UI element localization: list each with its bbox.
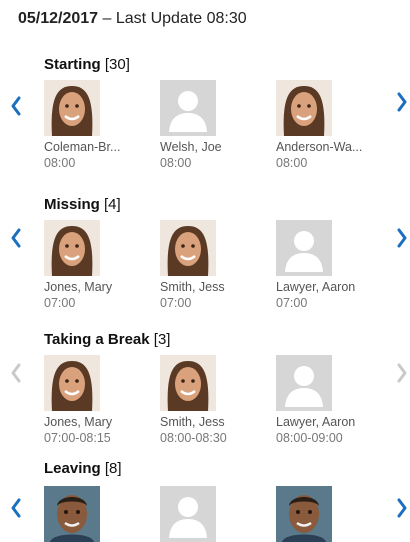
person-portrait-icon: [44, 355, 100, 411]
report-date: 05/12/2017: [18, 10, 99, 27]
section-missing: Missing [4] Jones, Mary 07:00 Smith, Jes…: [0, 196, 410, 326]
person-portrait-icon: [160, 355, 216, 411]
chevron-left-icon: [11, 498, 21, 518]
person-time: 08:00: [44, 156, 76, 170]
person-time: 08:00-09:00: [276, 431, 343, 445]
person-time: 08:00: [160, 156, 192, 170]
person-photo: [276, 355, 332, 411]
person-portrait-icon: [44, 486, 100, 542]
person-time: 07:00: [44, 296, 76, 310]
person-photo: [160, 486, 216, 542]
last-update: Last Update 08:30: [115, 10, 247, 27]
person-name: Coleman-Br...: [44, 140, 121, 154]
default-avatar-icon: [276, 220, 332, 276]
section-title: Missing [4]: [44, 196, 121, 213]
section-leaving: Leaving [8]: [0, 460, 410, 542]
header: 05/12/2017 – Last Update 08:30: [18, 10, 247, 28]
person-photo: [160, 220, 216, 276]
section-title: Taking a Break [3]: [44, 331, 170, 348]
section-title: Leaving [8]: [44, 460, 122, 477]
person-time: 07:00: [160, 296, 192, 310]
person-portrait-icon: [160, 220, 216, 276]
prev-arrow-button[interactable]: [6, 361, 26, 385]
default-avatar-icon: [160, 80, 216, 136]
person-name: Lawyer, Aaron: [276, 280, 356, 294]
person-name: Anderson-Wa...: [276, 140, 363, 154]
person-photo: [44, 80, 100, 136]
person-photo: [44, 220, 100, 276]
section-starting: Starting [30] Coleman-Br... 08:00 Welsh,…: [0, 56, 410, 186]
chevron-left-icon: [11, 96, 21, 116]
section-title: Starting [30]: [44, 56, 130, 73]
chevron-right-icon: [397, 228, 407, 248]
prev-arrow-button[interactable]: [6, 94, 26, 118]
person-time: 08:00: [276, 156, 308, 170]
person-name: Smith, Jess: [160, 415, 225, 429]
header-separator: –: [98, 10, 116, 27]
chevron-left-icon: [11, 363, 21, 383]
person-name: Lawyer, Aaron: [276, 415, 356, 429]
person-portrait-icon: [44, 80, 100, 136]
person-portrait-icon: [44, 220, 100, 276]
section-count: [8]: [104, 460, 122, 477]
section-name: Missing: [44, 196, 100, 213]
next-arrow-button[interactable]: [392, 226, 410, 250]
person-name: Welsh, Joe: [160, 140, 222, 154]
person-photo: [276, 80, 332, 136]
person-time: 07:00: [276, 296, 308, 310]
chevron-right-icon: [397, 498, 407, 518]
person-photo: [44, 486, 100, 542]
person-photo: [276, 220, 332, 276]
person-name: Smith, Jess: [160, 280, 225, 294]
person-time: 07:00-08:15: [44, 431, 111, 445]
person-portrait-icon: [276, 80, 332, 136]
section-count: [30]: [104, 56, 130, 73]
default-avatar-icon: [276, 355, 332, 411]
section-count: [4]: [104, 196, 121, 213]
person-photo: [160, 355, 216, 411]
person-photo: [44, 355, 100, 411]
prev-arrow-button[interactable]: [6, 496, 26, 520]
chevron-left-icon: [11, 228, 21, 248]
next-arrow-button[interactable]: [392, 361, 410, 385]
next-arrow-button[interactable]: [392, 496, 410, 520]
section-name: Taking a Break: [44, 331, 150, 348]
section-taking-a-break: Taking a Break [3] Jones, Mary 07:00-08:…: [0, 331, 410, 461]
section-name: Leaving: [44, 460, 101, 477]
prev-arrow-button[interactable]: [6, 226, 26, 250]
chevron-right-icon: [397, 92, 407, 112]
section-name: Starting: [44, 56, 101, 73]
next-arrow-button[interactable]: [392, 90, 410, 114]
person-photo: [160, 80, 216, 136]
person-photo: [276, 486, 332, 542]
person-time: 08:00-08:30: [160, 431, 227, 445]
section-count: [3]: [153, 331, 171, 348]
person-name: Jones, Mary: [44, 280, 113, 294]
chevron-right-icon: [397, 363, 407, 383]
default-avatar-icon: [160, 486, 216, 542]
person-portrait-icon: [276, 486, 332, 542]
person-name: Jones, Mary: [44, 415, 113, 429]
